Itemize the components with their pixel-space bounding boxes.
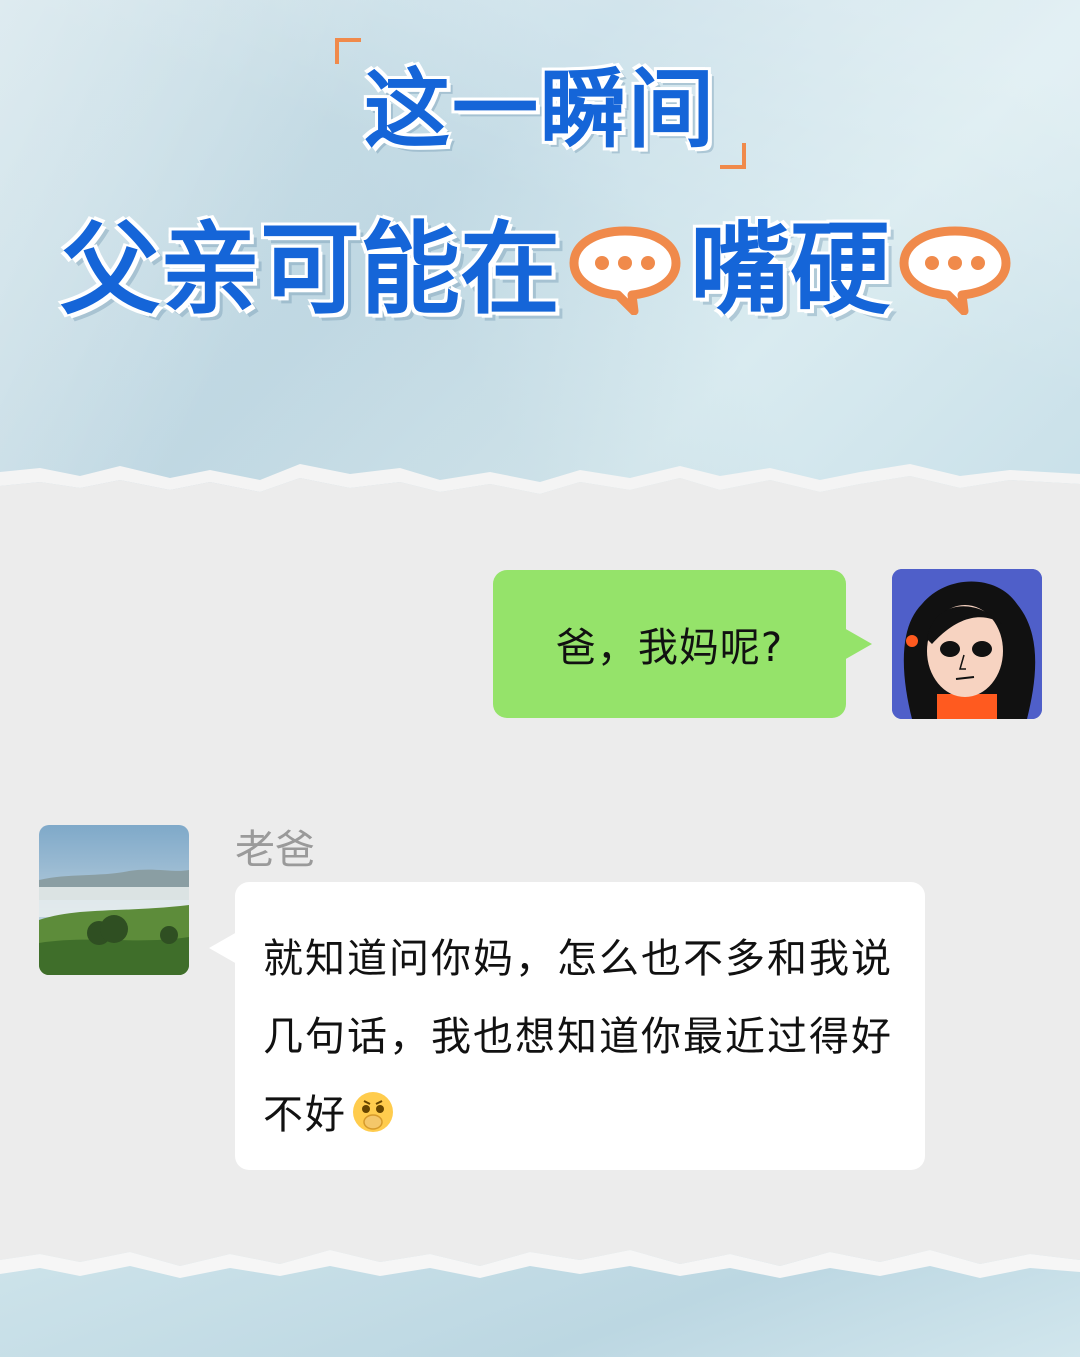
avatar-landscape[interactable] (39, 825, 189, 975)
incoming-message-bubble[interactable]: 就知道问你妈，怎么也不多和我说几句话，我也想知道你最近过得好不好 (209, 882, 925, 1170)
headline-line-2-part-1: 父亲可能在 (60, 211, 560, 328)
emoji-pleading-icon (353, 1092, 393, 1132)
speech-bubble-icon (899, 226, 1011, 315)
avatar-girl-illustration (892, 569, 1042, 719)
headline-line-2: 父亲可能在 嘴硬 (40, 210, 1040, 330)
headline-line-2-part-2: 嘴硬 (690, 211, 890, 328)
outgoing-message-text: 爸，我妈呢? (555, 625, 784, 671)
speech-bubble-icon (569, 226, 681, 315)
headline-line-1: 这一瞬间 (364, 60, 716, 160)
outgoing-message-bubble[interactable]: 爸，我妈呢? (493, 570, 872, 718)
landscape-photo (39, 825, 189, 975)
avatar-girl[interactable] (892, 569, 1042, 719)
sender-name: 老爸 (235, 827, 315, 873)
